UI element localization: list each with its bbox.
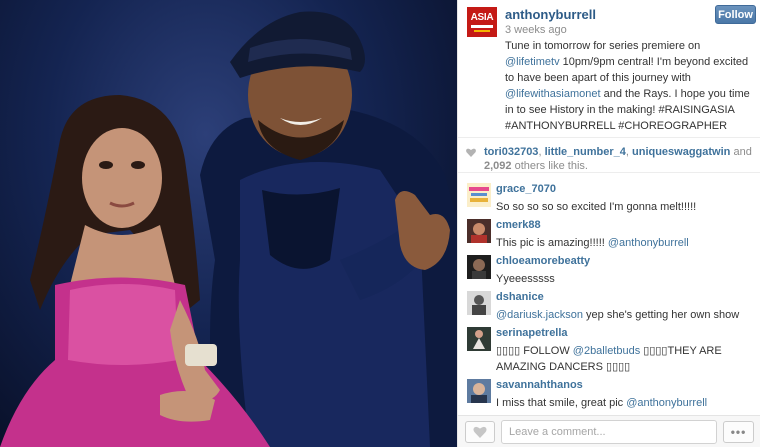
post-photo[interactable]	[0, 0, 457, 447]
caption-mention-lifewithasiamonet[interactable]: @lifewithasiamonet	[505, 88, 601, 100]
comment-item: chloeamorebeatty Yyeeesssss	[458, 249, 760, 285]
liker-link[interactable]: tori032703	[484, 146, 538, 158]
caption-text: Tune in tomorrow for series premiere on	[505, 40, 701, 52]
post-header: ASIA anthonyburrell 3 weeks ago Follow T…	[458, 0, 760, 136]
comment-item: cmerk88 This pic is amazing!!!!! @anthon…	[458, 213, 760, 249]
comment-username[interactable]: dshanice	[496, 291, 544, 303]
comment-text-part: So so so so so excited I'm gonna melt!!!…	[496, 201, 697, 213]
comments-list: grace_7070 So so so so so excited I'm go…	[458, 177, 760, 412]
comment-mention[interactable]: @anthonyburrell	[626, 397, 707, 409]
avatar-stripe	[471, 24, 493, 28]
post-details-panel: ASIA anthonyburrell 3 weeks ago Follow T…	[457, 0, 760, 447]
commenter-avatar[interactable]	[467, 291, 491, 315]
avatar-image	[467, 183, 491, 207]
commenter-avatar[interactable]	[467, 379, 491, 403]
likes-count[interactable]: 2,092	[484, 160, 512, 172]
commenter-avatar[interactable]	[467, 219, 491, 243]
comment-text: ▯▯▯▯ FOLLOW @2balletbuds ▯▯▯▯THEY ARE AM…	[496, 343, 756, 375]
heart-icon	[473, 426, 487, 438]
comment-username[interactable]: savannahthanos	[496, 379, 583, 391]
photo-illustration	[0, 11, 457, 447]
liker-link[interactable]: uniqueswaggatwin	[632, 146, 730, 158]
comment-text-part: Yyeeesssss	[496, 273, 555, 285]
heart-icon	[466, 148, 476, 157]
avatar-image	[467, 327, 491, 351]
post-timestamp: 3 weeks ago	[505, 24, 567, 36]
commenter-avatar[interactable]	[467, 183, 491, 207]
liker-link[interactable]: little_number_4	[545, 146, 626, 158]
more-options-button[interactable]: •••	[723, 421, 754, 443]
comment-item: serinapetrella ▯▯▯▯ FOLLOW @2balletbuds …	[458, 321, 760, 373]
comment-mention[interactable]: @dariusk.jackson	[496, 309, 583, 321]
comment-username[interactable]: cmerk88	[496, 219, 541, 231]
comment-item: savannahthanos I miss that smile, great …	[458, 373, 760, 409]
post-caption: Tune in tomorrow for series premiere on …	[505, 38, 755, 134]
avatar-image	[467, 255, 491, 279]
caption-mention-lifetimetv[interactable]: @lifetimetv	[505, 56, 560, 68]
commenter-avatar[interactable]	[467, 255, 491, 279]
avatar-image	[467, 219, 491, 243]
comment-text-part: yep she's getting her own show	[582, 309, 740, 321]
avatar-logo-text: ASIA	[470, 11, 494, 23]
follow-button[interactable]: Follow	[715, 5, 756, 24]
comment-text-part: I miss that smile, great pic	[496, 397, 627, 409]
avatar-image	[467, 379, 491, 403]
comment-input[interactable]	[501, 420, 717, 444]
user-avatar[interactable]: ASIA	[467, 7, 497, 37]
comment-username[interactable]: serinapetrella	[496, 327, 568, 339]
likes-and: and	[733, 146, 752, 158]
comment-item: dshanice @dariusk.jackson yep she's gett…	[458, 285, 760, 321]
avatar-image	[467, 291, 491, 315]
comment-text-part: ▯▯▯▯ FOLLOW	[496, 345, 573, 357]
comment-username[interactable]: grace_7070	[496, 183, 556, 195]
likes-suffix: others like this.	[514, 160, 588, 172]
comment-footer: •••	[458, 415, 760, 447]
post-username[interactable]: anthonyburrell	[505, 7, 596, 22]
comment-mention[interactable]: @anthonyburrell	[608, 237, 689, 249]
comment-text: I miss that smile, great pic @anthonybur…	[496, 395, 756, 411]
like-button[interactable]	[465, 421, 495, 443]
avatar-stripe-accent	[474, 29, 490, 32]
comment-mention[interactable]: @2balletbuds	[573, 345, 640, 357]
ellipsis-icon: •••	[730, 425, 747, 439]
comment-username[interactable]: chloeamorebeatty	[496, 255, 590, 267]
comment-item: grace_7070 So so so so so excited I'm go…	[458, 177, 760, 213]
likes-summary: tori032703, little_number_4, uniqueswagg…	[458, 137, 760, 173]
commenter-avatar[interactable]	[467, 327, 491, 351]
comment-text-part: This pic is amazing!!!!!	[496, 237, 608, 249]
